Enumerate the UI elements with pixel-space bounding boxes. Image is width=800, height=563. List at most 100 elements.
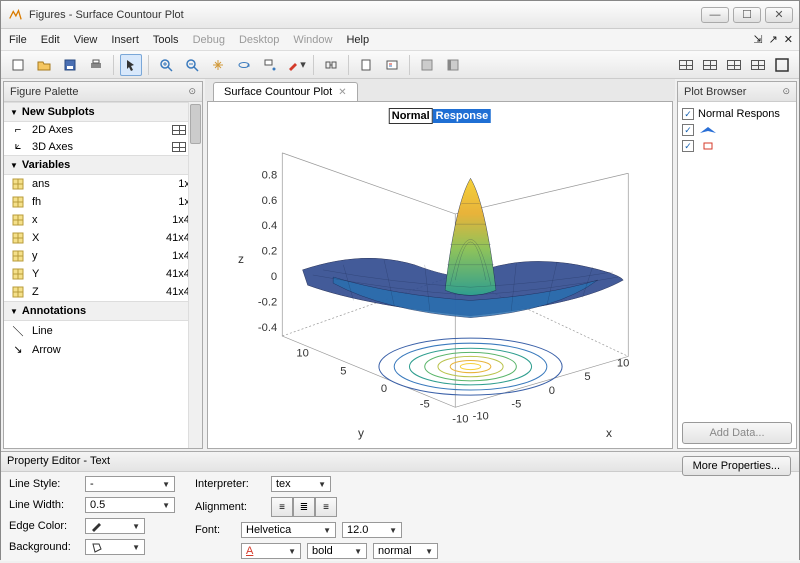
menu-window[interactable]: Window <box>293 34 332 46</box>
tab-close-icon[interactable]: ✕ <box>338 87 346 98</box>
save-button[interactable] <box>59 54 81 76</box>
align-center-button[interactable]: ≣ <box>293 497 315 517</box>
subplot-2d-axes[interactable]: ⌐2D Axes▸ <box>4 122 202 138</box>
plot-browser-item[interactable]: ✓Normal Respons <box>682 106 792 122</box>
property-editor-header[interactable]: Property Editor - Text <box>1 452 799 472</box>
colorbar-button[interactable] <box>355 54 377 76</box>
new-figure-button[interactable] <box>7 54 29 76</box>
annotations-section[interactable]: Annotations <box>4 301 202 321</box>
plot-title-word2: Response <box>433 109 492 123</box>
svg-text:0.6: 0.6 <box>262 195 278 207</box>
minimize-button[interactable]: — <box>701 7 729 23</box>
zoom-out-button[interactable] <box>181 54 203 76</box>
zoom-in-button[interactable] <box>155 54 177 76</box>
layout-3-button[interactable] <box>723 54 745 76</box>
svg-text:-0.4: -0.4 <box>258 322 277 334</box>
checkbox-icon[interactable]: ✓ <box>682 124 694 136</box>
subplot-3d-axes[interactable]: ⟀3D Axes▸ <box>4 138 202 155</box>
menu-file[interactable]: File <box>9 34 27 46</box>
undock-icon[interactable]: ↗ <box>769 33 778 46</box>
background-select[interactable]: ▼ <box>85 539 145 555</box>
figure-palette-header[interactable]: Figure Palette ⊙ <box>4 82 202 102</box>
line-width-select[interactable]: 0.5▼ <box>85 497 175 513</box>
variable-row[interactable]: y1x41 <box>4 247 202 265</box>
layout-2-button[interactable] <box>699 54 721 76</box>
legend-button[interactable] <box>381 54 403 76</box>
menu-tools[interactable]: Tools <box>153 34 179 46</box>
menu-help[interactable]: Help <box>346 34 369 46</box>
scrollbar[interactable] <box>188 102 202 448</box>
annotation-arrow[interactable]: ↘Arrow <box>4 341 202 358</box>
collapse-icon[interactable]: ⊙ <box>782 86 790 97</box>
show-tools-button[interactable] <box>442 54 464 76</box>
menu-close-icon[interactable]: ✕ <box>784 33 793 46</box>
annotation-line[interactable]: ＼Line <box>4 321 202 341</box>
hide-tools-button[interactable] <box>416 54 438 76</box>
rotate3d-button[interactable] <box>233 54 255 76</box>
variable-row[interactable]: X41x41 <box>4 229 202 247</box>
maximize-button[interactable]: ☐ <box>733 7 761 23</box>
menu-view[interactable]: View <box>74 34 98 46</box>
layout-max-button[interactable] <box>771 54 793 76</box>
grid-icon[interactable] <box>172 142 186 152</box>
link-button[interactable] <box>320 54 342 76</box>
plot-browser-item[interactable]: ✓ <box>682 138 792 154</box>
svg-text:10: 10 <box>617 358 629 370</box>
font-family-select[interactable]: Helvetica▼ <box>241 522 336 538</box>
datacursor-button[interactable] <box>259 54 281 76</box>
brush-button[interactable]: ▾ <box>285 54 307 76</box>
arrow-icon: ↘ <box>10 343 26 356</box>
close-button[interactable]: ✕ <box>765 7 793 23</box>
scrollbar-thumb[interactable] <box>190 104 201 144</box>
more-properties-button[interactable]: More Properties... <box>682 456 791 476</box>
new-subplots-section[interactable]: New Subplots <box>4 102 202 122</box>
svg-text:-10: -10 <box>452 414 468 426</box>
grid-icon[interactable] <box>172 125 186 135</box>
svg-text:0: 0 <box>381 383 387 395</box>
plot-title[interactable]: NormalResponse <box>389 106 491 122</box>
edge-color-select[interactable]: ▼ <box>85 518 145 534</box>
menu-desktop[interactable]: Desktop <box>239 34 279 46</box>
checkbox-icon[interactable]: ✓ <box>682 108 694 120</box>
axes2d-icon: ⌐ <box>10 124 26 136</box>
pointer-button[interactable] <box>120 54 142 76</box>
layout-1-button[interactable] <box>675 54 697 76</box>
align-right-button[interactable]: ≡ <box>315 497 337 517</box>
variable-row[interactable]: x1x41 <box>4 211 202 229</box>
dock-icon[interactable]: ⇲ <box>753 33 762 46</box>
line-style-select[interactable]: -▼ <box>85 476 175 492</box>
print-button[interactable] <box>85 54 107 76</box>
checkbox-icon[interactable]: ✓ <box>682 140 694 152</box>
line-style-label: Line Style: <box>9 478 79 490</box>
variable-row[interactable]: Z41x41 <box>4 283 202 301</box>
variable-icon <box>10 177 26 191</box>
font-style-select[interactable]: normal▼ <box>373 543 438 559</box>
variable-row[interactable]: ans1x1 <box>4 175 202 193</box>
font-size-select[interactable]: 12.0▼ <box>342 522 402 538</box>
pan-button[interactable] <box>207 54 229 76</box>
add-data-button[interactable]: Add Data... <box>682 422 792 444</box>
variable-row[interactable]: fh1x1 <box>4 193 202 211</box>
layout-4-button[interactable] <box>747 54 769 76</box>
svg-text:-0.2: -0.2 <box>258 297 277 309</box>
menu-edit[interactable]: Edit <box>41 34 60 46</box>
figure-tab[interactable]: Surface Countour Plot ✕ <box>213 82 358 101</box>
font-weight-select[interactable]: bold▼ <box>307 543 367 559</box>
variables-section[interactable]: Variables <box>4 155 202 175</box>
collapse-icon[interactable]: ⊙ <box>188 86 196 97</box>
menu-debug[interactable]: Debug <box>193 34 225 46</box>
plot-browser-header[interactable]: Plot Browser ⊙ <box>678 82 796 102</box>
line-width-label: Line Width: <box>9 499 79 511</box>
z-axis-label: z <box>238 252 244 266</box>
align-left-button[interactable]: ≡ <box>271 497 293 517</box>
open-button[interactable] <box>33 54 55 76</box>
axes-3d[interactable]: NormalResponse -0.4 -0.2 0 0.2 0.4 0. <box>207 101 673 449</box>
svg-text:0.8: 0.8 <box>262 169 278 181</box>
window-titlebar: Figures - Surface Countour Plot — ☐ ✕ <box>1 1 799 29</box>
pencil-icon <box>90 520 104 532</box>
variable-row[interactable]: Y41x41 <box>4 265 202 283</box>
menu-insert[interactable]: Insert <box>111 34 139 46</box>
plot-browser-item[interactable]: ✓ <box>682 122 792 138</box>
interpreter-select[interactable]: tex▼ <box>271 476 331 492</box>
font-color-select[interactable]: A▼ <box>241 543 301 559</box>
